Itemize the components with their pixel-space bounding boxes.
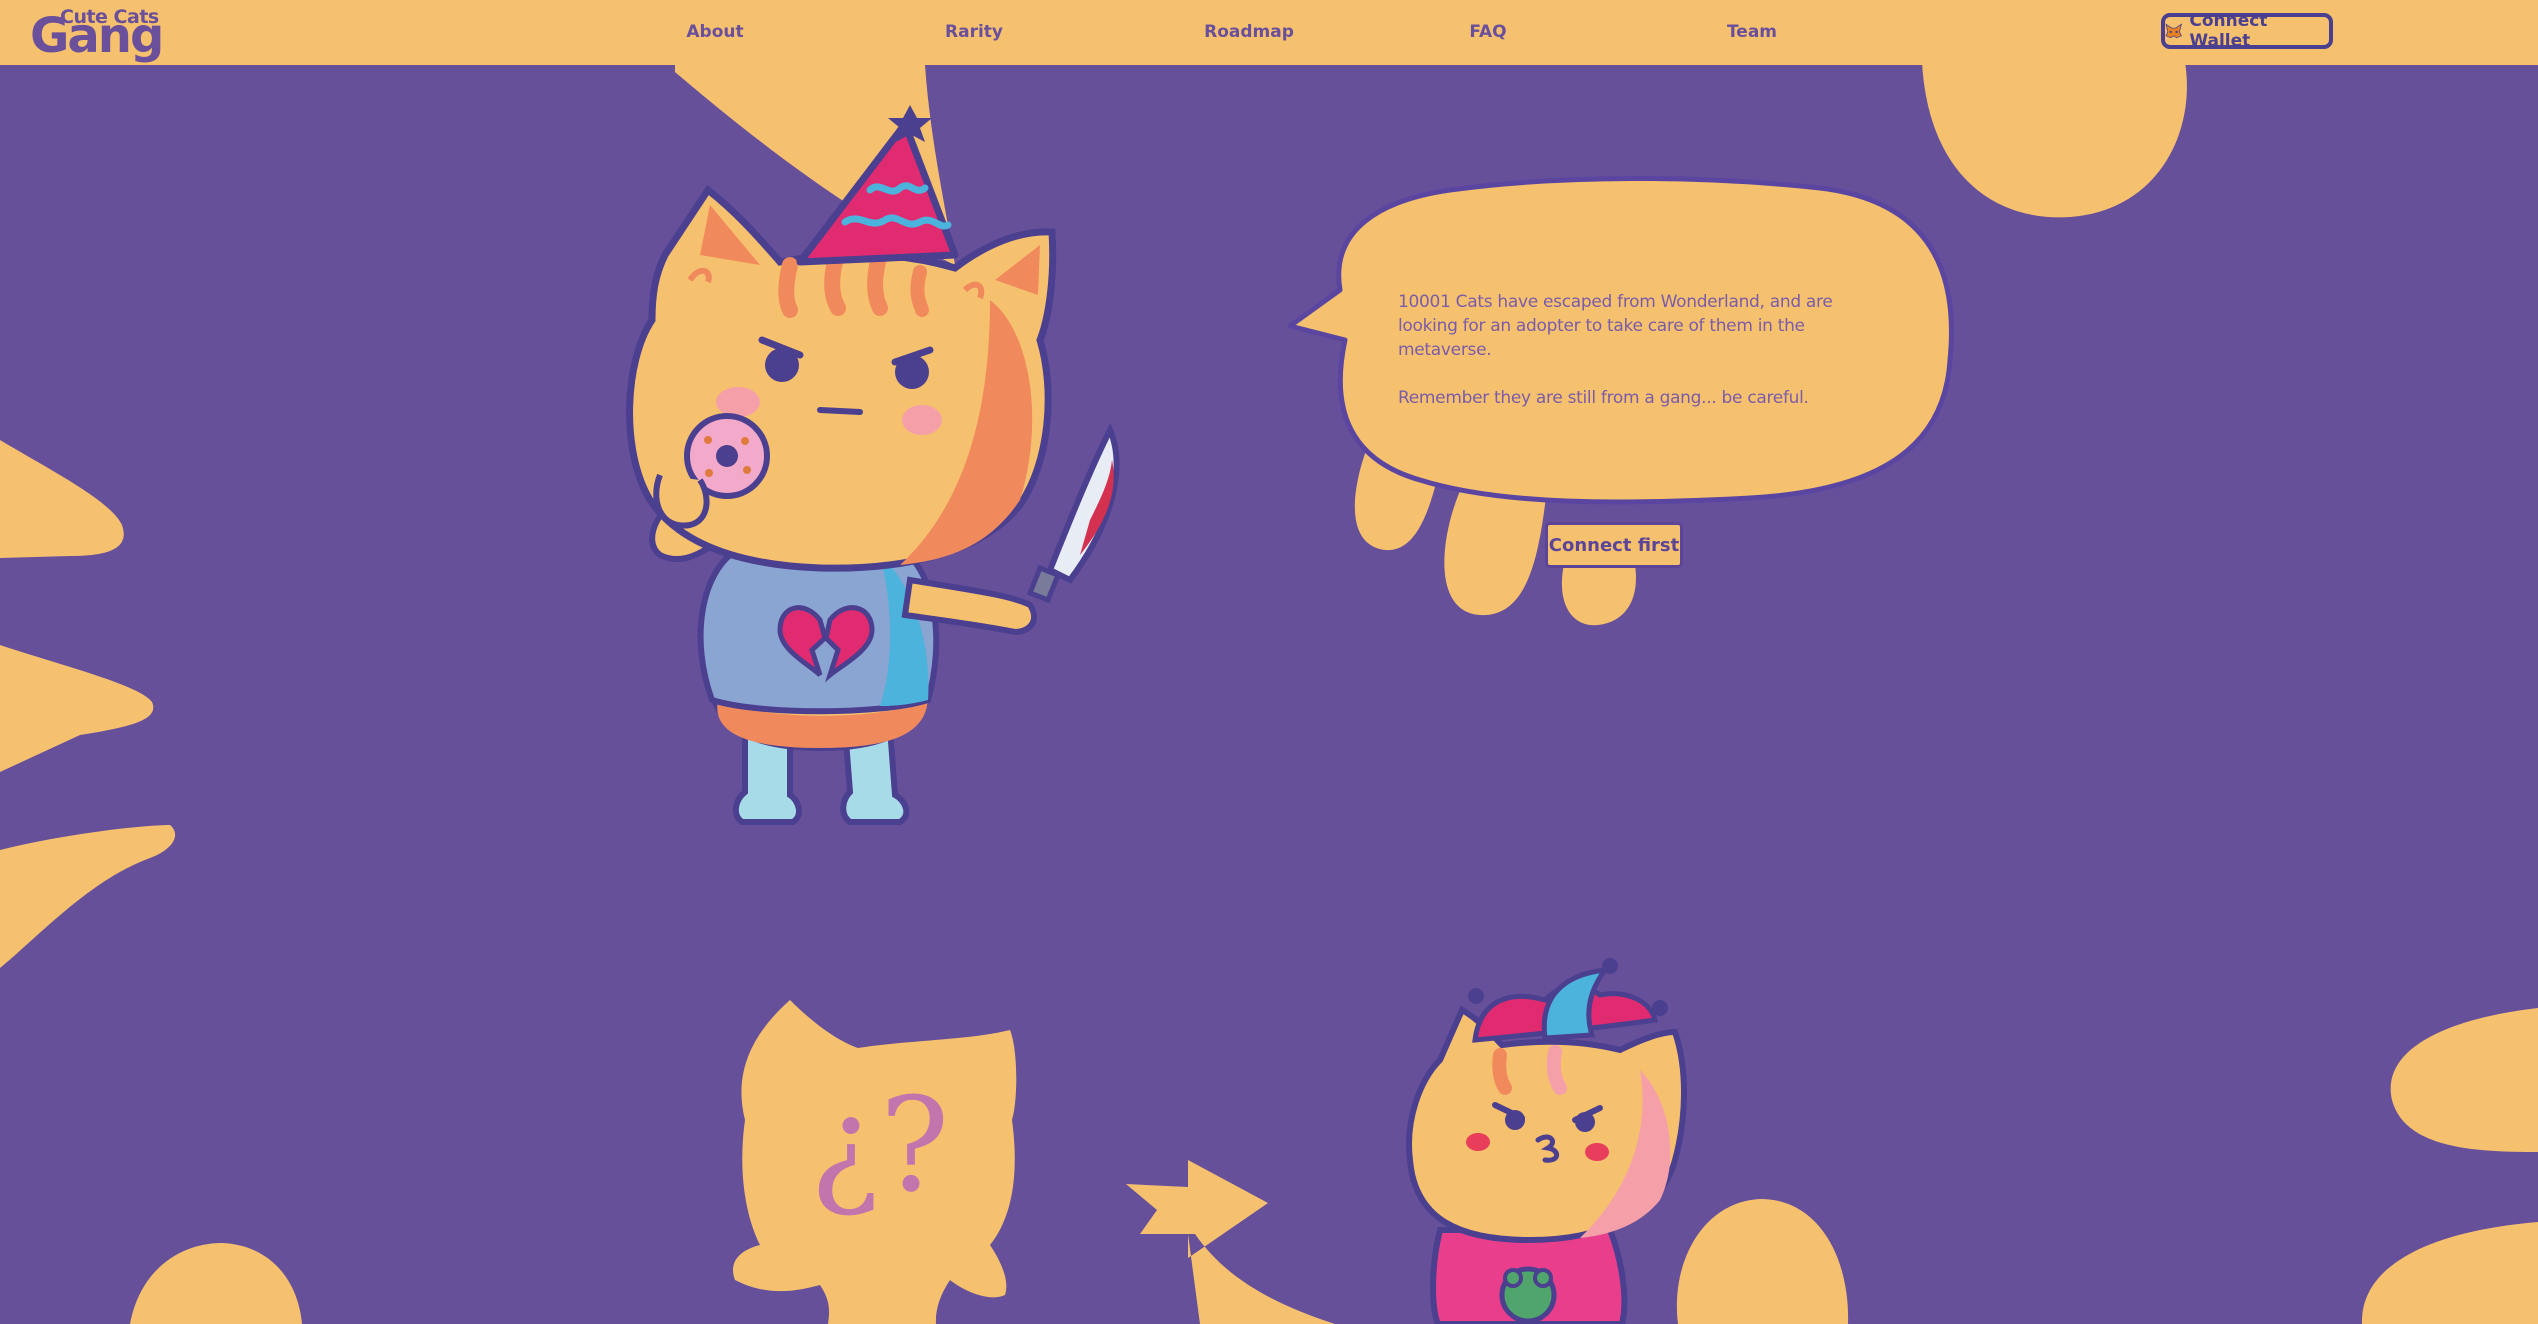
logo-big-text: Gang — [30, 8, 164, 64]
nav-about[interactable]: About — [686, 22, 743, 42]
jester-cat-illustration — [1406, 958, 1687, 1324]
top-navbar: Cute Cats Gang About Rarity Roadmap FAQ … — [0, 0, 2538, 65]
metamask-fox-icon — [2165, 23, 2182, 39]
nav-roadmap[interactable]: Roadmap — [1204, 22, 1294, 42]
connect-wallet-button[interactable]: Connect Wallet — [2161, 11, 2333, 51]
nav-rarity[interactable]: Rarity — [945, 22, 1003, 42]
nav-faq[interactable]: FAQ — [1469, 22, 1506, 42]
connect-wallet-label: Connect Wallet — [2189, 11, 2268, 51]
brand-logo[interactable]: Cute Cats Gang — [30, 4, 164, 64]
nav-team[interactable]: Team — [1727, 22, 1777, 42]
